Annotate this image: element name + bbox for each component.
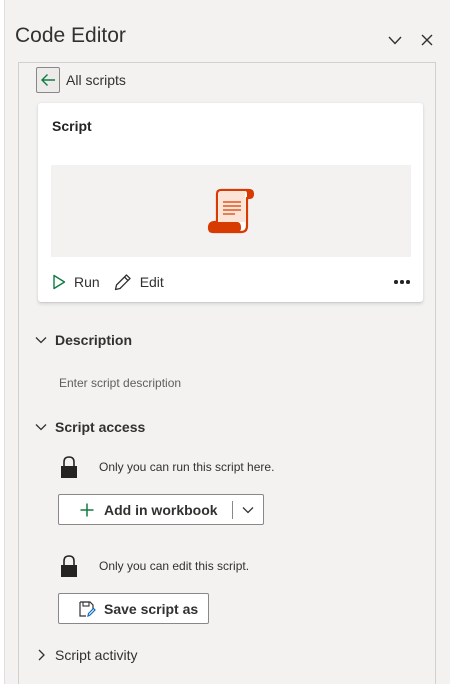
run-label: Run — [74, 274, 100, 290]
more-options-icon — [394, 280, 398, 284]
lock-icon — [61, 456, 77, 478]
back-button[interactable] — [36, 67, 60, 93]
description-heading: Description — [55, 332, 133, 348]
arrow-left-icon — [41, 74, 55, 86]
description-input[interactable]: Enter script description — [59, 376, 181, 390]
script-card: Script Run Edit — [38, 103, 423, 302]
card-actions: Run Edit — [52, 271, 411, 293]
edit-permission-text: Only you can edit this script. — [99, 559, 250, 573]
close-button[interactable] — [417, 30, 437, 50]
pane-header: Code Editor — [15, 24, 446, 56]
run-permission: Only you can run this script here. — [59, 453, 274, 481]
add-in-workbook-split-button: Add in workbook — [58, 494, 264, 525]
pane-title: Code Editor — [15, 24, 126, 47]
description-section-toggle[interactable]: Description — [35, 329, 132, 351]
plus-icon — [80, 503, 94, 516]
play-icon — [53, 274, 66, 290]
code-editor-pane: Code Editor All scripts Script Run Edit … — [4, 0, 446, 684]
chevron-down-icon — [388, 36, 402, 45]
save-as-icon — [79, 600, 96, 617]
add-in-workbook-label: Add in workbook — [104, 501, 218, 518]
save-script-as-label: Save script as — [104, 600, 199, 617]
script-activity-heading: Script activity — [55, 647, 138, 663]
chevron-down-icon — [242, 506, 254, 513]
all-scripts-link[interactable]: All scripts — [66, 72, 126, 88]
edit-button[interactable]: Edit — [114, 273, 164, 291]
script-access-heading: Script access — [55, 419, 146, 435]
add-in-workbook-dropdown[interactable] — [233, 495, 263, 524]
run-permission-text: Only you can run this script here. — [99, 460, 275, 474]
pencil-icon — [114, 274, 131, 291]
edit-permission: Only you can edit this script. — [59, 552, 249, 580]
save-script-as-button[interactable]: Save script as — [58, 593, 209, 624]
script-preview — [51, 165, 411, 257]
back-row: All scripts — [36, 67, 126, 93]
close-icon — [421, 34, 433, 46]
collapse-button[interactable] — [385, 30, 405, 50]
add-in-workbook-button[interactable]: Add in workbook — [59, 495, 232, 524]
chevron-down-icon — [35, 424, 47, 431]
chevron-down-icon — [35, 337, 47, 344]
edit-label: Edit — [139, 274, 164, 290]
lock-icon — [61, 555, 77, 577]
more-options-button[interactable] — [393, 271, 411, 293]
card-title: Script — [52, 118, 92, 134]
script-access-section-toggle[interactable]: Script access — [35, 416, 145, 438]
run-button[interactable]: Run — [52, 274, 100, 290]
chevron-right-icon — [38, 649, 45, 661]
script-scroll-icon — [207, 188, 255, 234]
script-details-panel: All scripts Script Run Edit Description … — [18, 62, 436, 684]
script-activity-section-toggle[interactable]: Script activity — [35, 644, 137, 666]
